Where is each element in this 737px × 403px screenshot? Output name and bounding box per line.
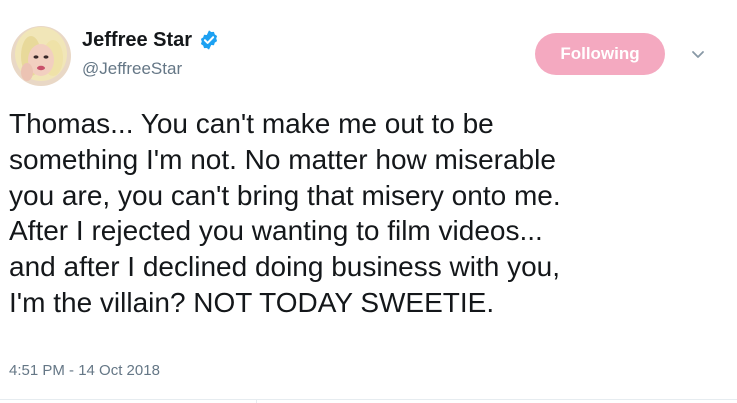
tweet-timestamp[interactable]: 4:51 PM - 14 Oct 2018 xyxy=(9,361,160,381)
verified-badge-icon xyxy=(198,29,220,51)
chevron-down-icon[interactable] xyxy=(688,44,708,64)
profile-avatar-icon xyxy=(11,26,71,86)
following-button[interactable]: Following xyxy=(535,33,665,75)
divider xyxy=(0,399,737,400)
tweet-text: Thomas... You can't make me out to be so… xyxy=(9,108,561,318)
author-name-row: Jeffree Star xyxy=(82,27,220,53)
author-handle[interactable]: @JeffreeStar xyxy=(82,58,182,80)
avatar[interactable] xyxy=(11,26,71,86)
display-name[interactable]: Jeffree Star xyxy=(82,27,192,53)
divider-tick xyxy=(256,399,257,403)
tweet-card: Jeffree Star @JeffreeStar Following Thom… xyxy=(0,0,737,403)
